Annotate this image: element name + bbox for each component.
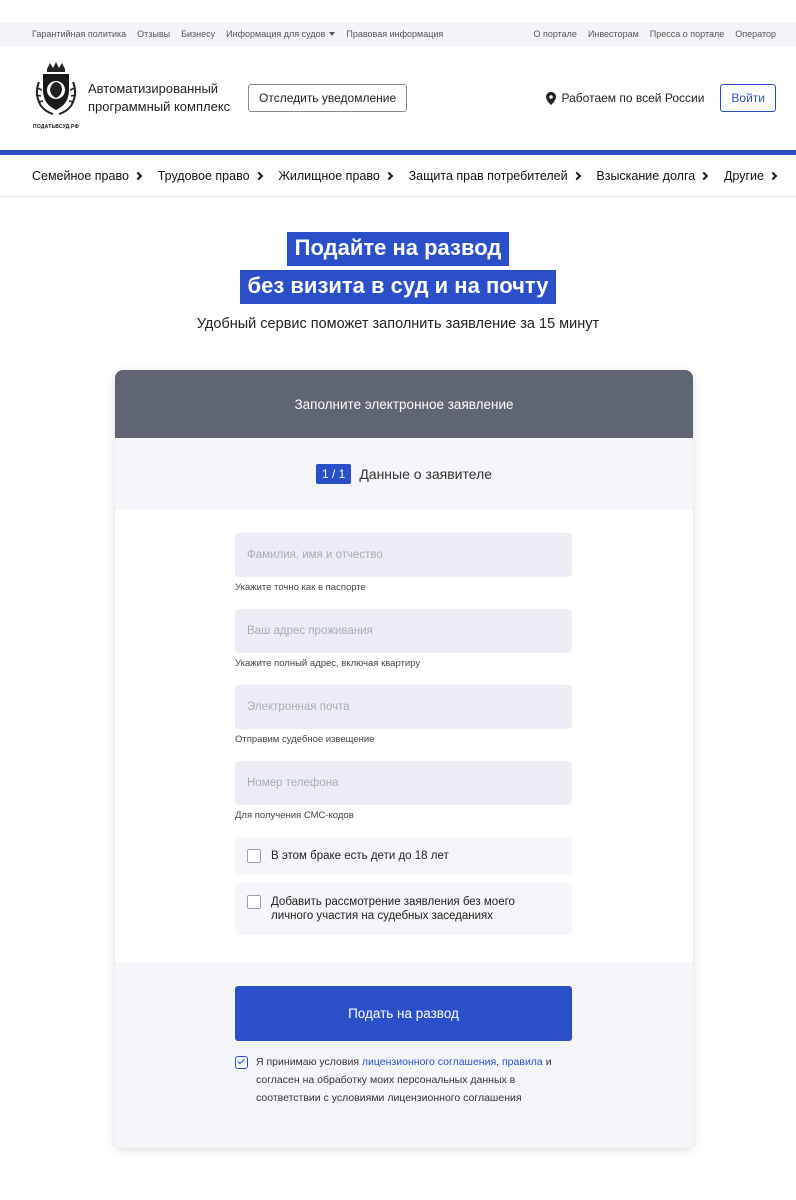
login-button[interactable]: Войти [720,84,776,112]
top-links-right: О портале Инвесторам Пресса о портале Оп… [533,29,776,39]
chevron-right-icon [768,171,778,180]
top-dropdown-courts[interactable]: Информация для судов [226,29,336,39]
chevron-right-icon [133,171,143,180]
absent-hearing-checkbox[interactable] [247,895,261,909]
form-header: Заполните электронное заявление [115,370,693,438]
absent-hearing-checkbox-label: Добавить рассмотрение заявления без моег… [271,896,515,922]
application-form-card: Заполните электронное заявление 1 / 1 Да… [115,370,693,1148]
top-link-investors[interactable]: Инвесторам [588,29,639,39]
track-notification-button[interactable]: Отследить уведомление [248,84,408,112]
consent-block: Я принимаю условия лицензионного соглаше… [235,1053,573,1107]
license-agreement-link[interactable]: лицензионного соглашения [362,1056,496,1068]
hero-line-2: без визита в суд и на почту [239,270,557,304]
step-badge: 1 / 1 [315,464,352,484]
hero-title: Подайте на развод без визита в суд и на … [0,232,796,304]
top-link-operator[interactable]: Оператор [735,29,776,39]
step-title: Данные о заявителе [359,466,493,482]
region-info: Работаем по всей России [545,91,705,105]
top-link-warranty[interactable]: Гарантийная политика [32,29,126,39]
address-input[interactable] [235,609,572,653]
phone-hint: Для получения СМС-кодов [235,810,354,821]
category-consumer-rights[interactable]: Защита прав потребителей [409,169,581,183]
chevron-right-icon [699,171,709,180]
form-footer: Подать на развод Я принимаю условия лице… [115,962,693,1148]
site-header: ПОДАТЬВСУД.РФ Автоматизированный програм… [0,46,796,150]
top-dropdown-courts-label: Информация для судов [226,29,326,39]
top-links-left: Гарантийная политика Отзывы Бизнесу Инфо… [32,29,443,39]
top-link-legal[interactable]: Правовая информация [346,29,443,39]
location-pin-icon [545,91,556,105]
category-debt-collection[interactable]: Взыскание долга [596,169,709,183]
children-checkbox[interactable] [247,849,261,863]
address-hint: Укажите полный адрес, включая квартиру [235,658,421,669]
hero-line-1: Подайте на развод [286,232,510,266]
category-other[interactable]: Другие [724,169,778,183]
top-link-business[interactable]: Бизнесу [181,29,215,39]
brand-text: Автоматизированный программный комплекс [88,80,238,116]
region-label: Работаем по всей России [561,91,705,105]
form-step-indicator: 1 / 1 Данные о заявителе [115,438,693,510]
email-hint: Отправим судебное извещение [235,734,375,745]
consent-text: Я принимаю условия лицензионного соглаше… [256,1056,552,1104]
hero-subtitle: Удобный сервис поможет заполнить заявлен… [196,316,600,332]
top-link-press[interactable]: Пресса о портале [650,29,724,39]
absent-hearing-checkbox-row[interactable]: Добавить рассмотрение заявления без моег… [235,883,572,935]
category-nav: Семейное право Трудовое право Жилищное п… [0,155,796,197]
chevron-right-icon [384,171,394,180]
site-logo[interactable]: ПОДАТЬВСУД.РФ [32,60,80,140]
brand-line-2: программный комплекс [88,99,231,114]
category-labor-law[interactable]: Трудовое право [158,169,263,183]
full-name-hint: Укажите точно как в паспорте [235,582,366,593]
caret-down-icon [329,32,336,36]
category-family-law[interactable]: Семейное право [32,169,143,183]
full-name-input[interactable] [235,533,572,577]
form-body: Укажите точно как в паспорте Укажите пол… [115,510,693,962]
logo-caption: ПОДАТЬВСУД.РФ [33,124,79,130]
submit-divorce-button[interactable]: Подать на развод [235,986,572,1041]
lion-crest-icon [35,62,77,115]
children-checkbox-row[interactable]: В этом браке есть дети до 18 лет [235,837,572,875]
chevron-right-icon [572,171,581,180]
brand-line-1: Автоматизированный [88,81,219,96]
consent-checkbox[interactable] [235,1056,248,1069]
top-utility-bar: Гарантийная политика Отзывы Бизнесу Инфо… [0,22,796,46]
children-checkbox-label: В этом браке есть дети до 18 лет [271,850,449,862]
rules-link[interactable]: правила [502,1056,543,1068]
phone-input[interactable] [235,761,572,805]
top-link-about[interactable]: О портале [533,29,576,39]
top-link-reviews[interactable]: Отзывы [137,29,170,39]
chevron-right-icon [254,171,263,180]
email-input[interactable] [235,685,572,729]
category-housing-law[interactable]: Жилищное право [278,169,394,183]
